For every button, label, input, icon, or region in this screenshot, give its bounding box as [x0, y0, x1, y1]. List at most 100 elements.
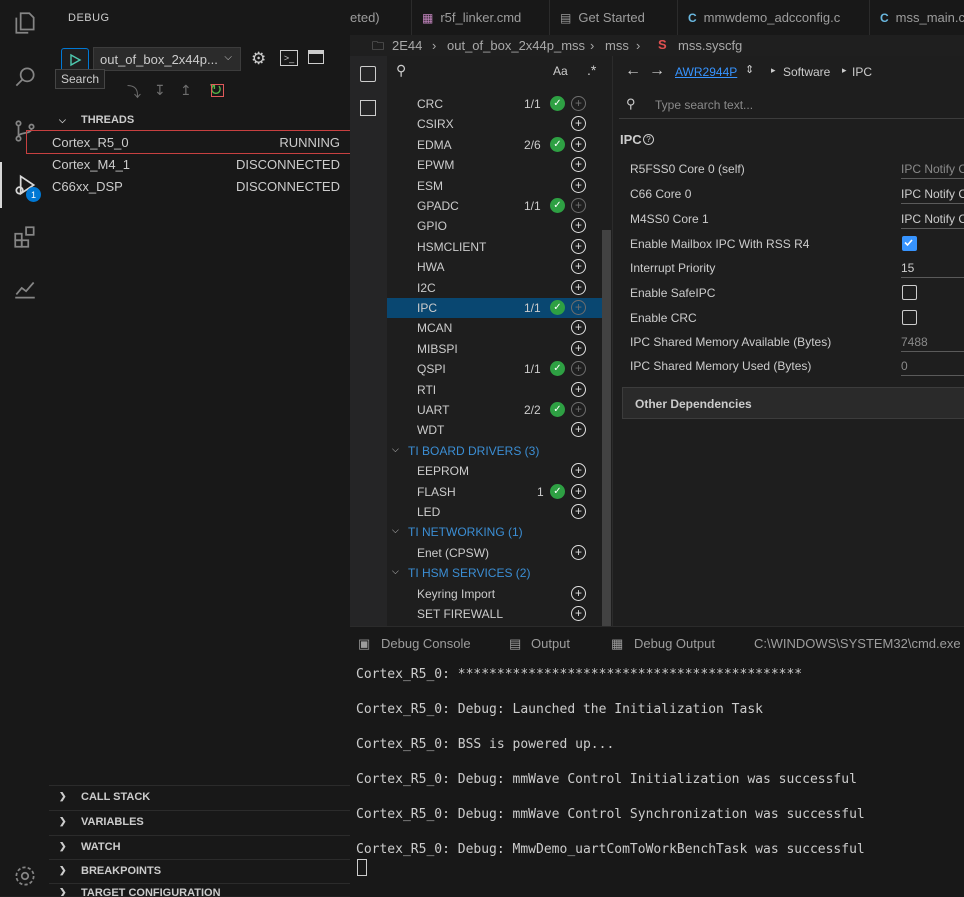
module-item[interactable]: EDMA 2/6 ✓ +: [387, 135, 602, 155]
module-item[interactable]: WDT +: [387, 420, 602, 440]
add-instance-icon[interactable]: +: [571, 136, 586, 152]
console-cursor[interactable]: [357, 859, 367, 876]
config-crumb-software[interactable]: Software: [783, 65, 830, 79]
other-dependencies-section[interactable]: Other Dependencies: [622, 387, 964, 419]
forward-arrow-icon[interactable]: →: [649, 62, 665, 80]
add-instance-icon[interactable]: +: [571, 361, 586, 377]
module-item[interactable]: UART 2/2 ✓ +: [387, 400, 602, 420]
module-item[interactable]: GPADC 1/1 ✓ +: [387, 196, 602, 216]
module-item[interactable]: RTI +: [387, 380, 602, 400]
explorer-icon[interactable]: [0, 0, 49, 46]
add-instance-icon[interactable]: +: [571, 463, 586, 479]
tab-cmd[interactable]: C:\WINDOWS\SYSTEM32\cmd.exe: [754, 636, 961, 651]
add-instance-icon[interactable]: +: [571, 483, 586, 499]
add-instance-icon[interactable]: +: [571, 504, 586, 519]
add-instance-icon[interactable]: +: [571, 96, 586, 111]
tab-r5f-linker[interactable]: ▦ r5f_linker.cmd: [412, 0, 550, 35]
tab-partial[interactable]: eted): [350, 0, 412, 35]
settings-gear-icon[interactable]: [0, 856, 49, 896]
folder-icon[interactable]: [308, 50, 324, 64]
breakpoints-header[interactable]: ❯ BREAKPOINTS: [49, 859, 350, 881]
add-instance-icon[interactable]: +: [571, 157, 586, 173]
step-out-icon[interactable]: ↥: [180, 82, 192, 99]
add-instance-icon[interactable]: +: [571, 340, 586, 356]
module-item[interactable]: Enet (CPSW) +: [387, 543, 602, 563]
module-item[interactable]: Keyring Import +: [387, 584, 602, 604]
step-into-icon[interactable]: ↧: [154, 82, 166, 99]
thread-row[interactable]: Cortex_R5_0 RUNNING: [26, 130, 361, 154]
add-instance-icon[interactable]: +: [571, 116, 586, 132]
add-instance-icon[interactable]: +: [571, 198, 586, 213]
add-instance-icon[interactable]: +: [571, 320, 586, 336]
checkbox-unchecked[interactable]: [902, 310, 917, 325]
config-search[interactable]: ⚲ Type search text...: [619, 92, 964, 119]
thread-row[interactable]: C66xx_DSP DISCONNECTED: [49, 175, 350, 197]
sort-icon[interactable]: ⇕: [745, 63, 754, 76]
list-view-icon[interactable]: [360, 66, 376, 82]
module-item[interactable]: SET FIREWALL +: [387, 604, 602, 624]
gear-icon[interactable]: ⚙: [251, 49, 266, 69]
module-item[interactable]: ESM +: [387, 176, 602, 196]
config-search-input[interactable]: Type search text...: [655, 98, 753, 112]
module-item[interactable]: QSPI 1/1 ✓ +: [387, 359, 602, 379]
tab-debug-console[interactable]: Debug Console: [381, 636, 471, 651]
chart-icon[interactable]: [0, 266, 49, 312]
add-instance-icon[interactable]: +: [571, 238, 586, 254]
add-instance-icon[interactable]: +: [571, 218, 586, 234]
property-value-input[interactable]: IPC Notify C: [901, 209, 964, 229]
module-item[interactable]: FLASH 1 ✓ +: [387, 482, 602, 502]
module-item[interactable]: CSIRX +: [387, 114, 602, 134]
device-link[interactable]: AWR2944P: [675, 65, 737, 79]
breadcrumb-item[interactable]: mss.syscfg: [678, 38, 742, 53]
module-item[interactable]: MCAN +: [387, 318, 602, 338]
add-instance-icon[interactable]: +: [571, 422, 586, 438]
module-item[interactable]: I2C +: [387, 278, 602, 298]
tab-mmwdemo-adcconfig[interactable]: Cmmwdemo_adcconfig.c: [678, 0, 870, 35]
add-instance-icon[interactable]: +: [571, 585, 586, 601]
calculator-icon[interactable]: [360, 100, 376, 116]
breadcrumb-item[interactable]: 2E44: [392, 38, 422, 53]
add-instance-icon[interactable]: +: [571, 606, 586, 621]
module-item[interactable]: EPWM +: [387, 155, 602, 175]
property-value-input[interactable]: 15: [901, 258, 964, 278]
module-item[interactable]: HSMCLIENT +: [387, 237, 602, 257]
tab-output[interactable]: Output: [531, 636, 570, 651]
step-over-icon[interactable]: ⤵: [127, 82, 141, 102]
variables-header[interactable]: ❯ VARIABLES: [49, 810, 350, 832]
module-list-scrollbar[interactable]: [602, 230, 611, 626]
tab-mss-main[interactable]: Cmss_main.c: [870, 0, 964, 35]
back-arrow-icon[interactable]: ←: [625, 62, 641, 80]
module-group-header[interactable]: ⌵ TI BOARD DRIVERS (3): [387, 441, 602, 461]
thread-row[interactable]: Cortex_M4_1 DISCONNECTED: [49, 153, 350, 175]
add-instance-icon[interactable]: +: [571, 177, 586, 193]
run-debug-icon[interactable]: 1: [0, 162, 49, 208]
breadcrumb-item[interactable]: mss: [605, 38, 629, 53]
add-instance-icon[interactable]: +: [571, 279, 586, 295]
watch-header[interactable]: ❯ WATCH: [49, 835, 350, 857]
module-item[interactable]: IPC 1/1 ✓ +: [387, 298, 602, 318]
breadcrumb-item[interactable]: out_of_box_2x44p_mss: [447, 38, 585, 53]
property-value-input[interactable]: IPC Notify C: [901, 184, 964, 204]
extensions-icon[interactable]: [0, 214, 49, 260]
threads-header[interactable]: ⌵ THREADS: [49, 109, 350, 131]
module-item[interactable]: GPIO +: [387, 216, 602, 236]
module-item[interactable]: LED +: [387, 502, 602, 522]
tab-get-started[interactable]: ▤ Get Started: [550, 0, 678, 35]
checkbox-unchecked[interactable]: [902, 285, 917, 300]
add-instance-icon[interactable]: +: [571, 381, 586, 397]
target-configuration-header[interactable]: ❯ TARGET CONFIGURATION: [49, 883, 350, 896]
tab-debug-output[interactable]: Debug Output: [634, 636, 715, 651]
module-group-header[interactable]: ⌵ TI HSM SERVICES (2): [387, 563, 602, 583]
add-instance-icon[interactable]: +: [571, 300, 586, 315]
module-item[interactable]: HWA +: [387, 257, 602, 277]
launch-config-select[interactable]: out_of_box_2x44p... ⌵: [93, 47, 241, 71]
module-item[interactable]: EEPROM +: [387, 461, 602, 481]
add-instance-icon[interactable]: +: [571, 402, 586, 417]
module-item[interactable]: CRC 1/1 ✓ +: [387, 94, 602, 114]
add-instance-icon[interactable]: +: [571, 259, 586, 275]
module-group-header[interactable]: ⌵ TI NETWORKING (1): [387, 522, 602, 542]
module-item[interactable]: MIBSPI +: [387, 339, 602, 359]
checkbox-checked[interactable]: [902, 236, 917, 251]
help-icon[interactable]: ?: [643, 134, 654, 145]
add-instance-icon[interactable]: +: [571, 544, 586, 560]
